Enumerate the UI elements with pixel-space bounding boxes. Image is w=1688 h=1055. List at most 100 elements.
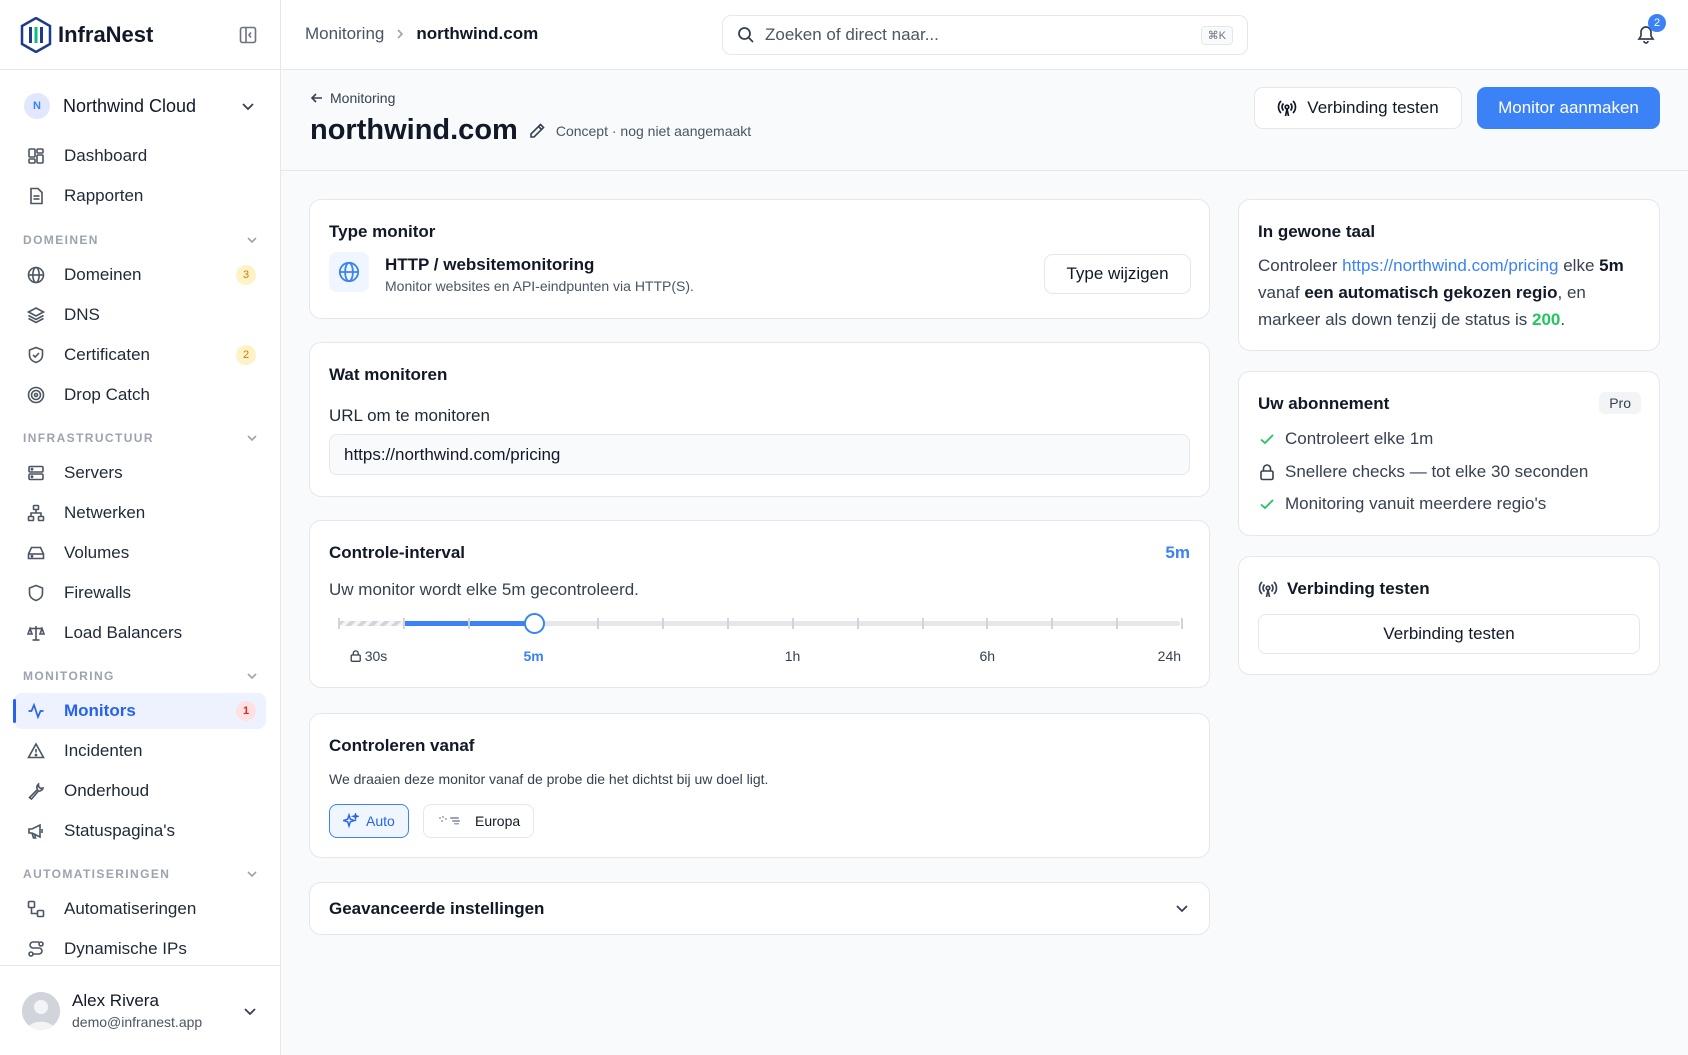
sidebar-item-label: Netwerken (64, 503, 146, 522)
draft-status: Concept · nog niet aangemaakt (555, 122, 752, 139)
feature-label: Monitoring vanuit meerdere regio's (1285, 494, 1547, 513)
check-from-card: Controleren vanaf We draaien deze monito… (309, 713, 1210, 858)
slider-locked-range (339, 621, 404, 626)
breadcrumb: Monitoring northwind.com (305, 24, 538, 44)
slider-tick (1116, 618, 1119, 629)
card-title: Controleren vanaf (329, 736, 475, 755)
create-monitor-button[interactable]: Monitor aanmaken (1477, 87, 1660, 129)
org-name: Northwind Cloud (63, 95, 197, 116)
slider-label[interactable]: 24h (1158, 648, 1181, 664)
slider-tick (338, 618, 340, 629)
url-label: URL om te monitoren (329, 406, 490, 425)
card-title: Geavanceerde instellingen (329, 899, 545, 918)
interval-slider[interactable] (329, 611, 1190, 635)
slider-tick (467, 618, 470, 629)
plain-language-card: In gewone taal Controleer https://northw… (1238, 199, 1660, 351)
change-type-button[interactable]: Type wijzigen (1044, 254, 1191, 294)
slider-label[interactable]: 6h (979, 648, 995, 664)
region-chip-auto[interactable]: Auto (329, 804, 409, 838)
sidebar-item-maintenance[interactable]: Onderhoud (14, 773, 266, 809)
monitor-type-name: HTTP / websitemonitoring (385, 255, 595, 274)
section-label: INFRASTRUCTUUR (23, 431, 154, 445)
slider-thumb[interactable] (523, 613, 545, 634)
url-input[interactable] (329, 434, 1190, 475)
org-avatar: N (24, 93, 50, 119)
chevron-down-icon (245, 867, 259, 881)
test-connection-button[interactable]: Verbinding testen (1254, 87, 1462, 129)
scale-icon (26, 623, 46, 643)
layers-icon (26, 305, 46, 325)
globe-icon (26, 265, 46, 285)
back-link[interactable]: Monitoring (310, 90, 395, 106)
sidebar-item-dns[interactable]: DNS (14, 297, 266, 333)
sidebar-item-automations[interactable]: Automatiseringen (14, 891, 266, 927)
sidebar-item-certificates[interactable]: Certificaten 2 (14, 337, 266, 373)
section-header-automations[interactable]: AUTOMATISERINGEN (23, 864, 259, 884)
sidebar-item-volumes[interactable]: Volumes (14, 535, 266, 571)
user-menu[interactable]: Alex Rivera demo@infranest.app (0, 965, 280, 1055)
search-placeholder: Zoeken of direct naar... (765, 25, 939, 44)
sidebar-item-label: Monitors (64, 701, 136, 720)
sidebar-item-label: Onderhoud (64, 781, 150, 800)
page-title: northwind.com (310, 114, 518, 146)
advanced-settings-accordion[interactable]: Geavanceerde instellingen (309, 882, 1210, 935)
sidebar-item-load-balancers[interactable]: Load Balancers (14, 615, 266, 651)
brand-name: InfraNest (58, 21, 154, 47)
plan-feature: Controleert elke 1m (1258, 429, 1433, 449)
shield-icon (26, 583, 46, 603)
slider-tick (856, 618, 859, 629)
search-input[interactable]: Zoeken of direct naar... ⌘K (722, 15, 1248, 55)
radio-tower-icon (1277, 98, 1297, 118)
back-label: Monitoring (330, 90, 396, 106)
region-chip-europe[interactable]: Europa (423, 804, 535, 838)
summary-url[interactable]: https://northwind.com/pricing (1342, 256, 1558, 275)
summary-text: vanaf (1258, 283, 1305, 302)
sidebar-item-label: Rapporten (64, 186, 144, 205)
sidebar-item-networks[interactable]: Netwerken (14, 495, 266, 531)
org-switcher[interactable]: N Northwind Cloud (24, 90, 256, 122)
arrow-left-icon (310, 91, 324, 105)
user-name: Alex Rivera (72, 991, 159, 1010)
sidebar-item-reports[interactable]: Rapporten (14, 178, 266, 214)
card-title: In gewone taal (1258, 222, 1376, 241)
sidebar-item-status-pages[interactable]: Statuspagina's (14, 813, 266, 849)
radio-tower-icon (1258, 579, 1278, 599)
slider-label[interactable]: 5m (523, 648, 543, 664)
summary-status-code: 200 (1532, 310, 1561, 329)
summary-text: . (1560, 310, 1566, 329)
sidebar-item-label: DNS (64, 305, 100, 324)
sidebar: InfraNest N Northwind Cloud Dashboard Ra… (0, 0, 281, 1055)
section-header-monitoring[interactable]: MONITORING (23, 666, 259, 686)
section-label: MONITORING (23, 669, 115, 683)
page-header: Monitoring northwind.com Concept · nog n… (281, 70, 1688, 171)
sidebar-item-firewalls[interactable]: Firewalls (14, 575, 266, 611)
section-header-infra[interactable]: INFRASTRUCTUUR (23, 428, 259, 448)
search-icon (737, 26, 755, 44)
breadcrumb-parent[interactable]: Monitoring (305, 24, 384, 44)
test-connection-card-button[interactable]: Verbinding testen (1258, 614, 1640, 654)
sidebar-item-monitors[interactable]: Monitors 1 (13, 693, 266, 729)
section-header-domains[interactable]: DOMEINEN (23, 230, 259, 250)
button-label: Type wijzigen (1066, 264, 1169, 283)
sidebar-item-servers[interactable]: Servers (14, 455, 266, 491)
sidebar-item-incidents[interactable]: Incidenten (14, 733, 266, 769)
sidebar-item-drop-catch[interactable]: Drop Catch (14, 377, 266, 413)
pencil-icon[interactable] (528, 122, 546, 140)
slider-label[interactable]: 1h (785, 648, 801, 664)
chevron-down-icon (240, 98, 256, 114)
slider-tick (1181, 618, 1183, 629)
chevron-down-icon (245, 669, 259, 683)
slider-tick (402, 618, 405, 629)
sidebar-item-dashboard[interactable]: Dashboard (14, 138, 266, 174)
button-label: Verbinding testen (1307, 98, 1439, 117)
sidebar-item-label: Load Balancers (64, 623, 183, 642)
sidebar-item-dynamic-ips[interactable]: Dynamische IPs (14, 931, 266, 967)
sidebar-item-domains[interactable]: Domeinen 3 (14, 257, 266, 293)
slider-label[interactable]: 30s (350, 648, 387, 664)
wrench-icon (26, 781, 46, 801)
sidebar-item-label: Volumes (64, 543, 130, 562)
interval-description: Uw monitor wordt elke 5m gecontroleerd. (329, 580, 639, 599)
count-badge: 3 (236, 265, 256, 285)
dashboard-icon (26, 146, 46, 166)
sidebar-collapse-icon[interactable] (236, 23, 260, 47)
